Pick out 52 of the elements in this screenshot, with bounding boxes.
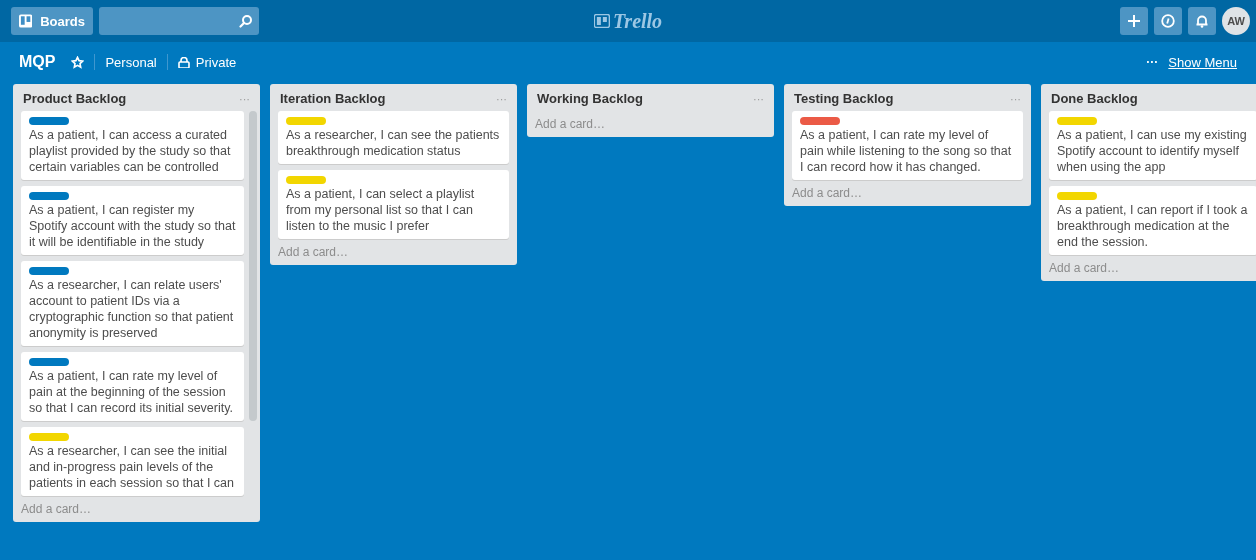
board-title[interactable]: MQP [19, 53, 56, 71]
add-card-link[interactable]: Add a card… [527, 111, 774, 133]
plus-icon [1127, 14, 1141, 28]
lock-icon [177, 56, 190, 68]
add-card-link[interactable]: Add a card… [784, 180, 1031, 202]
card-text: As a patient, I can register my Spotify account with the study so that it will be identifiable in the study [29, 202, 236, 250]
card[interactable]: As a researcher, I can see the initial and in-progress pain levels of the patients in each session so that I can [21, 427, 244, 496]
card[interactable]: As a patient, I can rate my level of pain while listening to the song so that I can record how it has changed. [792, 111, 1023, 180]
boards-button[interactable]: Boards [11, 7, 93, 35]
board-icon [593, 14, 610, 28]
add-card-link[interactable]: Add a card… [270, 239, 517, 261]
list-title: Testing Backlog [794, 91, 894, 106]
list-title: Product Backlog [23, 91, 127, 106]
card-text: As a patient, I can rate my level of pain at the beginning of the session so that I can record its initial severity. [29, 368, 235, 416]
add-card-link[interactable]: Add a card… [1041, 255, 1256, 277]
notifications-button[interactable] [1188, 7, 1216, 35]
card-text: As a researcher, I can see the patients breakthrough medication status [286, 127, 501, 159]
card[interactable]: As a patient, I can select a playlist from my personal list so that I can listen to the music I prefer [278, 170, 509, 239]
card[interactable]: As a patient, I can report if I took a breakthrough medication at the end the session. [1049, 186, 1256, 255]
search-icon [239, 14, 253, 28]
info-icon [1161, 14, 1175, 28]
card-text: As a patient, I can rate my level of pain while listening to the song so that I can record how it has changed. [800, 127, 1013, 175]
card[interactable]: As a patient, I can access a curated playlist provided by the study so that certain variables can be controlled [21, 111, 244, 180]
scrollbar[interactable] [249, 111, 257, 421]
info-button[interactable] [1154, 7, 1182, 35]
board-icon [19, 14, 33, 28]
card[interactable]: As a patient, I can use my existing Spotify account to identify myself when using the app [1049, 111, 1256, 180]
card[interactable]: As a researcher, I can see the patients breakthrough medication status [278, 111, 509, 164]
card[interactable]: As a researcher, I can relate users' account to patient IDs via a cryptographic function so that patient anonymity is preserved [21, 261, 244, 346]
add-card-link[interactable]: Add a card… [13, 496, 260, 518]
app-logo[interactable]: Trello [593, 9, 663, 33]
card-text: As a patient, I can report if I took a breakthrough medication at the end the session. [1057, 202, 1249, 250]
team-label[interactable]: Personal [105, 54, 157, 70]
list-title: Done Backlog [1051, 91, 1138, 106]
list-title: Working Backlog [537, 91, 643, 106]
user-avatar[interactable]: AW [1222, 7, 1250, 35]
card-text: As a patient, I can use my existing Spotify account to identify myself when using the app [1057, 127, 1248, 175]
visibility-label[interactable]: Private [177, 54, 237, 70]
list-title: Iteration Backlog [280, 91, 386, 106]
search-field[interactable] [99, 7, 259, 35]
star-icon[interactable] [71, 55, 85, 69]
card-text: As a researcher, I can relate users' account to patient IDs via a cryptographic function so that patient anonymity is preserved [29, 277, 235, 341]
card-text: As a researcher, I can see the initial and in-progress pain levels of the patients in each session so that I can [29, 443, 235, 491]
card[interactable]: As a patient, I can register my Spotify account with the study so that it will be identifiable in the study [21, 186, 244, 255]
more-icon: ··· [1146, 55, 1159, 69]
show-menu-link[interactable]: Show Menu [1168, 54, 1237, 70]
logo-text: Trello [612, 9, 663, 33]
card[interactable]: As a patient, I can rate my level of pain at the beginning of the session so that I can record its initial severity. [21, 352, 244, 421]
card-text: As a patient, I can access a curated playlist provided by the study so that certain variables can be controlled [29, 127, 232, 175]
bell-icon [1195, 14, 1209, 28]
add-button[interactable] [1120, 7, 1148, 35]
card-text: As a patient, I can select a playlist from my personal list so that I can listen to the music I prefer [286, 186, 476, 234]
